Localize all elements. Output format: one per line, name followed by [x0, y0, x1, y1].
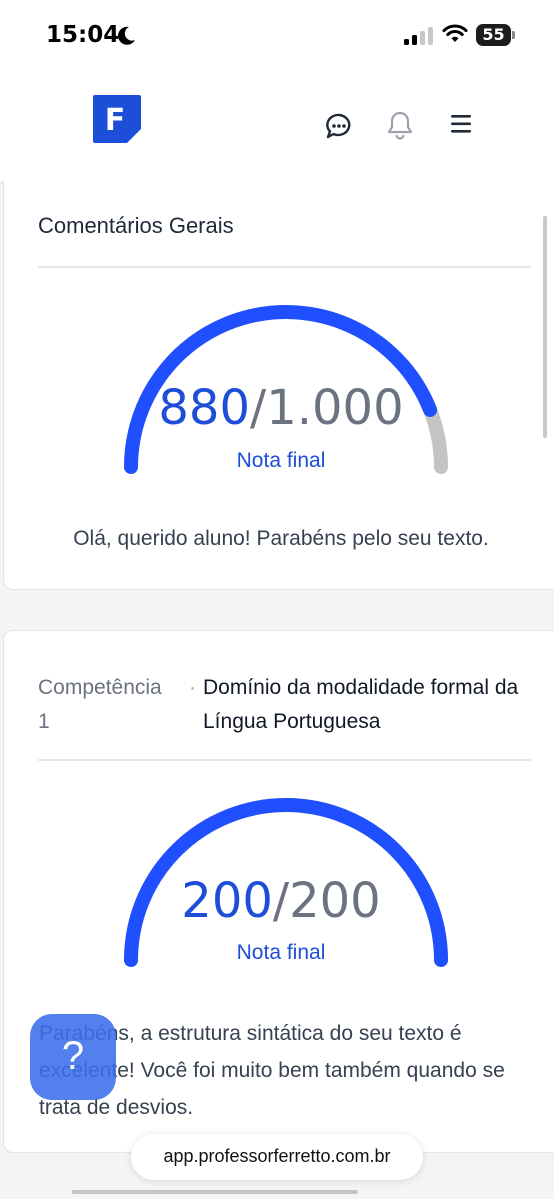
battery-level: 55	[482, 25, 505, 44]
score-display: 880/1.000	[4, 380, 554, 436]
signal-icon	[404, 27, 433, 45]
score-caption: Nota final	[236, 449, 326, 472]
competence-label: Competência	[38, 676, 162, 699]
score-caption: Nota final	[236, 941, 326, 964]
battery-icon: 55	[476, 24, 516, 46]
status-time: 15:04	[46, 22, 120, 48]
score-value: 880	[158, 380, 251, 436]
menu-icon[interactable]	[449, 113, 473, 135]
brand-logo[interactable]: F	[93, 95, 141, 143]
competence-separator: ·	[189, 676, 196, 699]
general-comment: Olá, querido aluno! Parabéns pelo seu te…	[73, 527, 489, 550]
help-icon: ?	[61, 1034, 85, 1078]
competence-number: 1	[38, 710, 50, 733]
general-comments-card: Comentários Gerais 880/1.000 Nota final …	[3, 180, 554, 590]
score-separator: /	[250, 380, 267, 436]
competence-title: Domínio da modalidade formal da Língua P…	[203, 676, 519, 733]
wifi-icon	[442, 24, 468, 42]
chat-icon[interactable]	[325, 112, 353, 140]
divider	[38, 266, 531, 268]
url-text: app.professorferretto.com.br	[163, 1146, 391, 1166]
home-indicator[interactable]	[72, 1190, 358, 1194]
score-max: 200	[289, 873, 381, 929]
app-header: F	[0, 72, 554, 183]
scrollbar[interactable]	[543, 216, 547, 438]
score-separator: /	[272, 873, 290, 929]
bell-icon[interactable]	[386, 110, 414, 140]
score-max: 1.000	[266, 380, 404, 436]
score-display: 200/200	[4, 873, 554, 929]
score-value: 200	[181, 873, 273, 929]
status-bar: 15:04 55	[0, 0, 554, 72]
url-bar[interactable]: app.professorferretto.com.br	[131, 1134, 423, 1180]
moon-icon	[118, 26, 135, 45]
logo-letter: F	[105, 103, 126, 138]
help-button[interactable]: ?	[30, 1014, 116, 1100]
card-title: Comentários Gerais	[38, 213, 234, 238]
divider	[38, 759, 531, 761]
